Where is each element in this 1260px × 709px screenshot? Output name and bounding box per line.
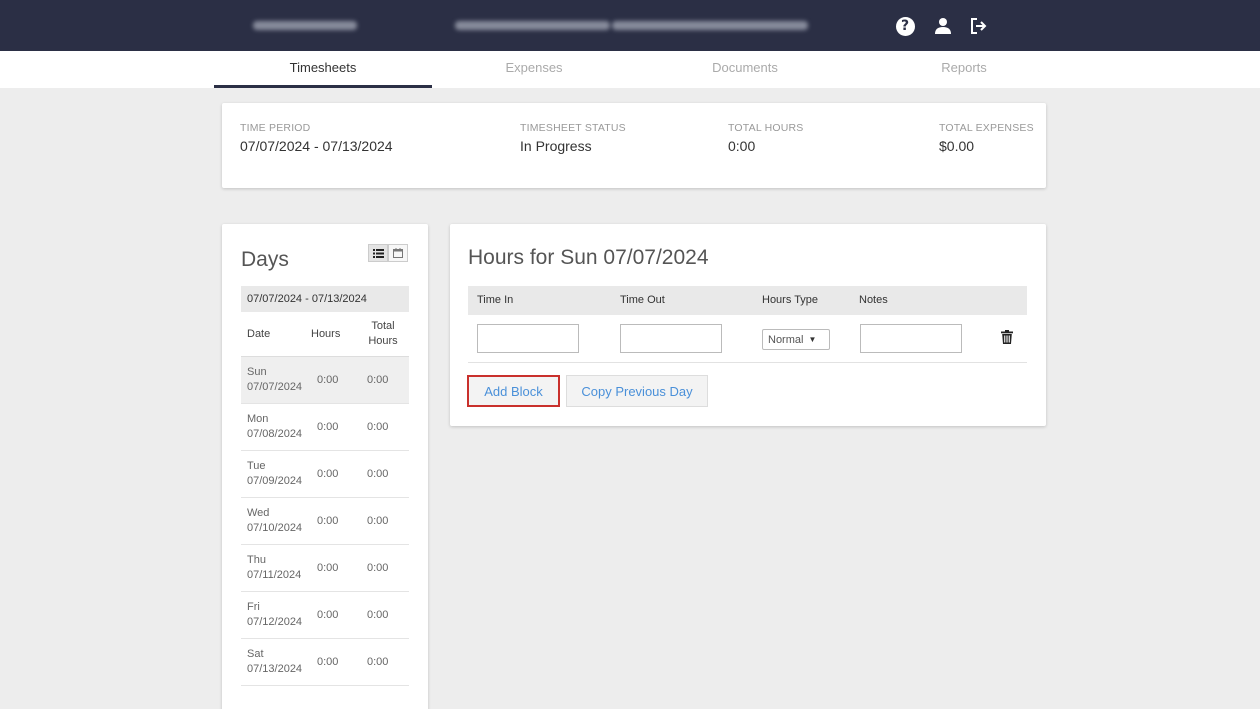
time-in-input[interactable] [477, 324, 579, 353]
hours-table-header: Time In Time Out Hours Type Notes [468, 286, 1027, 315]
day-hours: 0:00 [311, 450, 357, 498]
copy-previous-day-button[interactable]: Copy Previous Day [566, 375, 708, 407]
hours-type-selected: Normal [768, 333, 804, 346]
day-row-sun[interactable]: Sun 07/07/2024 0:00 0:00 [241, 356, 409, 404]
tab-timesheets[interactable]: Timesheets [214, 51, 432, 88]
days-range: 07/07/2024 - 07/13/2024 [241, 286, 409, 312]
days-range-row: 07/07/2024 - 07/13/2024 [241, 286, 409, 312]
days-title: Days [241, 248, 289, 271]
day-date: 07/07/2024 [247, 380, 303, 393]
caret-down-icon: ▼ [808, 335, 817, 344]
col-hours-type-header: Hours Type [762, 294, 819, 306]
day-row-wed[interactable]: Wed 07/10/2024 0:00 0:00 [241, 497, 409, 545]
days-card: Days 07/07/2024 - 07/13/2024 Date Hours [222, 224, 428, 709]
day-row-tue[interactable]: Tue 07/09/2024 0:00 0:00 [241, 450, 409, 498]
day-hours: 0:00 [311, 591, 357, 639]
list-view-icon[interactable] [368, 244, 388, 262]
col-time-out-header: Time Out [620, 294, 665, 306]
day-hours: 0:00 [311, 544, 357, 592]
redacted-user-name [253, 21, 357, 30]
trash-icon[interactable] [1001, 330, 1015, 346]
timesheet-summary-card: TIME PERIOD 07/07/2024 - 07/13/2024 TIME… [222, 103, 1046, 188]
day-row-mon[interactable]: Mon 07/08/2024 0:00 0:00 [241, 403, 409, 451]
day-hours: 0:00 [311, 356, 357, 404]
day-date: 07/08/2024 [247, 427, 303, 440]
day-row-fri[interactable]: Fri 07/12/2024 0:00 0:00 [241, 591, 409, 639]
col-date-header: Date [241, 312, 311, 357]
view-toggle [368, 244, 408, 262]
hours-type-select[interactable]: Normal ▼ [762, 329, 830, 350]
total-hours-label: TOTAL HOURS [728, 122, 804, 134]
day-name: Thu [247, 553, 266, 566]
total-hours-value: 0:00 [728, 138, 756, 154]
col-total-line-2: Hours [368, 334, 398, 347]
tab-reports[interactable]: Reports [855, 51, 1073, 88]
day-total: 0:00 [357, 544, 409, 592]
add-block-button[interactable]: Add Block [467, 375, 560, 407]
timesheet-status-value: In Progress [520, 138, 592, 154]
day-row-sat[interactable]: Sat 07/13/2024 0:00 0:00 [241, 638, 409, 686]
col-time-in-header: Time In [477, 294, 514, 306]
logout-icon[interactable] [968, 16, 988, 36]
day-hours: 0:00 [311, 403, 357, 451]
user-icon[interactable] [933, 16, 953, 36]
day-name: Sun [247, 365, 267, 378]
main-tabs: Timesheets Expenses Documents Reports [0, 51, 1260, 88]
day-name: Fri [247, 600, 260, 613]
day-total: 0:00 [357, 591, 409, 639]
total-expenses-value: $0.00 [939, 138, 975, 154]
redacted-assignment-detail [612, 21, 808, 30]
day-date: 07/12/2024 [247, 615, 303, 628]
hours-card: Hours for Sun 07/07/2024 Time In Time Ou… [450, 224, 1046, 426]
day-total: 0:00 [357, 497, 409, 545]
time-period-value: 07/07/2024 - 07/13/2024 [240, 138, 393, 154]
timesheet-status-label: TIMESHEET STATUS [520, 122, 626, 134]
hours-title: Hours for Sun 07/07/2024 [468, 246, 709, 269]
day-date: 07/13/2024 [247, 662, 303, 675]
time-out-input[interactable] [620, 324, 722, 353]
day-name: Wed [247, 506, 270, 519]
col-total-line-1: Total [371, 319, 395, 332]
day-date: 07/09/2024 [247, 474, 303, 487]
col-notes-header: Notes [859, 294, 888, 306]
day-total: 0:00 [357, 450, 409, 498]
time-period-label: TIME PERIOD [240, 122, 311, 134]
col-total-hours-header: Total Hours [357, 312, 409, 357]
day-date: 07/11/2024 [247, 568, 302, 581]
day-hours: 0:00 [311, 497, 357, 545]
tab-documents[interactable]: Documents [636, 51, 854, 88]
day-total: 0:00 [357, 356, 409, 404]
notes-input[interactable] [860, 324, 962, 353]
calendar-view-icon[interactable] [388, 244, 408, 262]
redacted-assignment-name [455, 21, 610, 30]
day-hours: 0:00 [311, 638, 357, 686]
help-icon[interactable]: ? [895, 16, 915, 36]
row-divider [468, 362, 1027, 363]
days-table: 07/07/2024 - 07/13/2024 Date Hours Total… [241, 286, 409, 686]
day-name: Mon [247, 412, 269, 425]
tab-expenses[interactable]: Expenses [425, 51, 643, 88]
day-total: 0:00 [357, 403, 409, 451]
day-total: 0:00 [357, 638, 409, 686]
day-date: 07/10/2024 [247, 521, 303, 534]
days-header-row: Date Hours Total Hours [241, 312, 409, 357]
day-name: Tue [247, 459, 266, 472]
day-row-thu[interactable]: Thu 07/11/2024 0:00 0:00 [241, 544, 409, 592]
day-name: Sat [247, 647, 264, 660]
col-hours-header: Hours [311, 312, 357, 357]
top-bar: ? [0, 0, 1260, 51]
total-expenses-label: TOTAL EXPENSES [939, 122, 1034, 134]
